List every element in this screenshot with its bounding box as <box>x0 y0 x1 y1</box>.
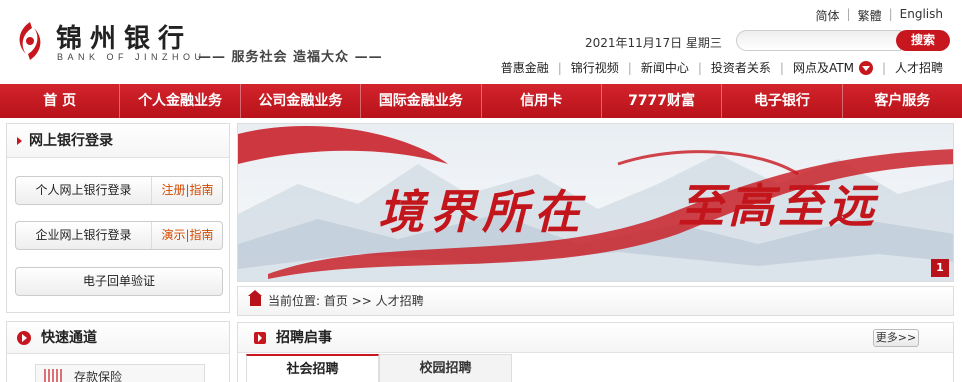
banner-slogan-2: 至高至远 <box>678 179 878 233</box>
nav-personal[interactable]: 个人金融业务 <box>120 84 241 118</box>
recruitment-header: 招聘启事 更多>> <box>238 323 953 353</box>
bank-name-cn: 锦州银行 <box>56 24 193 54</box>
breadcrumb-prefix: 当前位置: <box>268 294 321 308</box>
personal-register-guide-link[interactable]: 注册|指南 <box>151 177 223 204</box>
fast-channel-title: 快速通道 <box>41 330 97 346</box>
personal-login-row: 个人网上银行登录 注册|指南 <box>15 176 223 205</box>
play-square-icon <box>254 332 266 344</box>
nav-corporate[interactable]: 公司金融业务 <box>241 84 362 118</box>
main-nav: 首 页 个人金融业务 公司金融业务 国际金融业务 信用卡 7777财富 电子银行… <box>0 84 962 118</box>
nav-e-banking[interactable]: 电子银行 <box>722 84 843 118</box>
breadcrumb-current: 人才招聘 <box>375 294 424 308</box>
breadcrumb: 当前位置: 首页 >> 人才招聘 <box>237 286 954 316</box>
more-button[interactable]: 更多>> <box>873 329 919 347</box>
bank-logo[interactable]: 锦州银行 BANK OF JINZHOU —— 服务社会 造福大众 —— <box>12 20 402 70</box>
search-bar: 搜索 <box>736 30 950 51</box>
tab-social-recruitment[interactable]: 社会招聘 <box>246 354 379 382</box>
chevron-down-icon[interactable] <box>858 60 873 75</box>
link-branches-atm-label: 网点及ATM <box>792 61 854 75</box>
corporate-login-row: 企业网上银行登录 演示|指南 <box>15 221 223 250</box>
nav-credit-card[interactable]: 信用卡 <box>482 84 602 118</box>
bank-logo-icon <box>19 22 41 60</box>
banner-slogan-1: 境界所在 <box>378 185 586 239</box>
receipt-verify-button[interactable]: 电子回单验证 <box>15 267 223 296</box>
recruitment-panel: 招聘启事 更多>> 社会招聘 校园招聘 <box>237 322 954 382</box>
search-button[interactable]: 搜索 <box>896 30 950 51</box>
link-investor[interactable]: 投资者关系 <box>702 59 780 76</box>
link-careers[interactable]: 人才招聘 <box>886 59 952 76</box>
banner-page-indicator[interactable]: 1 <box>931 259 949 277</box>
search-input[interactable] <box>736 30 901 51</box>
slogan: —— 服务社会 造福大众 —— <box>198 50 383 65</box>
fast-channel-header: 快速通道 <box>7 322 229 354</box>
home-icon <box>248 290 262 306</box>
breadcrumb-home[interactable]: 首页 <box>324 294 348 308</box>
bank-name-en: BANK OF JINZHOU <box>57 52 206 62</box>
breadcrumb-separator: >> <box>351 294 372 308</box>
arrow-right-icon <box>17 137 22 145</box>
personal-login-button[interactable]: 个人网上银行登录 <box>16 177 151 204</box>
nav-international[interactable]: 国际金融业务 <box>361 84 482 118</box>
link-branches-atm[interactable]: 网点及ATM <box>784 59 882 76</box>
page: 锦州银行 BANK OF JINZHOU —— 服务社会 造福大众 —— 简体 … <box>0 0 962 382</box>
login-panel-title: 网上银行登录 <box>29 133 113 149</box>
link-news[interactable]: 新闻中心 <box>632 59 698 76</box>
play-circle-icon <box>17 331 31 345</box>
deposit-insurance-icon <box>44 369 62 382</box>
nav-home[interactable]: 首 页 <box>0 84 121 118</box>
recruitment-tabs: 社会招聘 校园招聘 <box>246 354 512 382</box>
deposit-insurance-link[interactable]: 存款保险 <box>35 364 205 382</box>
receipt-verify-label: 电子回单验证 <box>82 274 155 288</box>
fast-channel-panel: 快速通道 存款保险 <box>6 321 230 382</box>
lang-simplified[interactable]: 简体 <box>809 7 847 24</box>
link-inclusive-finance[interactable]: 普惠金融 <box>492 59 558 76</box>
language-switcher: 简体 | 繁體 | English <box>809 7 950 24</box>
header: 锦州银行 BANK OF JINZHOU —— 服务社会 造福大众 —— 简体 … <box>0 0 962 84</box>
quick-links: 普惠金融 | 锦行视频 | 新闻中心 | 投资者关系 | 网点及ATM | 人才… <box>492 59 952 76</box>
login-panel-header: 网上银行登录 <box>7 124 229 158</box>
hero-banner[interactable]: 境界所在 至高至远 1 <box>237 123 954 282</box>
tab-campus-recruitment[interactable]: 校园招聘 <box>379 354 512 382</box>
lang-traditional[interactable]: 繁體 <box>851 7 889 24</box>
current-date: 2021年11月17日 星期三 <box>585 36 722 50</box>
recruitment-title: 招聘启事 <box>276 330 332 346</box>
lang-english[interactable]: English <box>893 7 950 24</box>
corporate-login-button[interactable]: 企业网上银行登录 <box>16 222 151 249</box>
nav-customer-service[interactable]: 客户服务 <box>843 84 962 118</box>
corporate-demo-guide-link[interactable]: 演示|指南 <box>151 222 223 249</box>
online-banking-login-panel: 网上银行登录 个人网上银行登录 注册|指南 企业网上银行登录 演示|指南 电子回… <box>6 123 230 313</box>
link-video[interactable]: 锦行视频 <box>562 59 628 76</box>
deposit-insurance-label: 存款保险 <box>74 370 123 382</box>
nav-wealth[interactable]: 7777财富 <box>602 84 723 118</box>
